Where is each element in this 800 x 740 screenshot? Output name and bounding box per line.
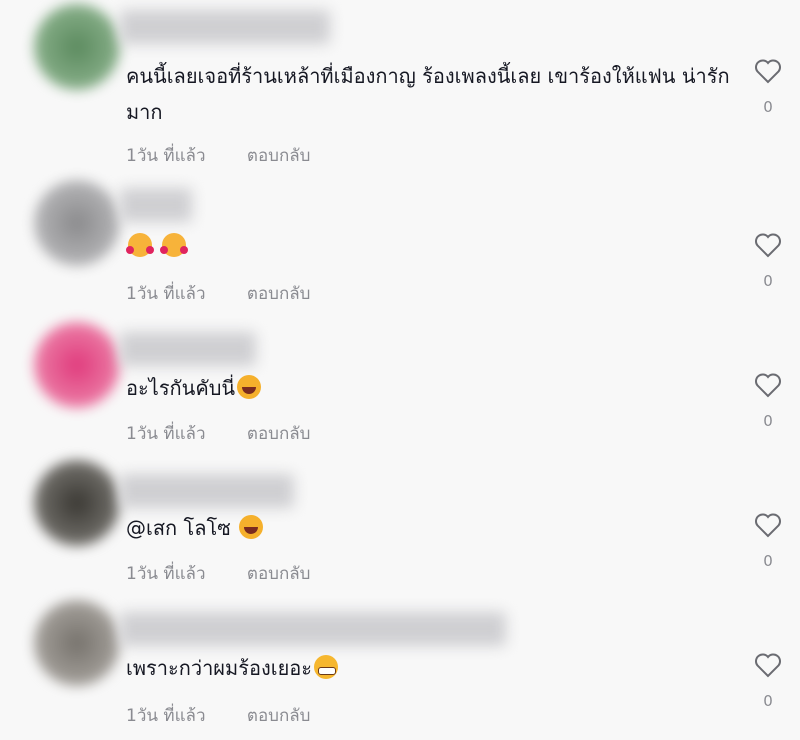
comment-meta: 1วัน ที่แล้ว ตอบกลับ bbox=[126, 280, 310, 307]
username[interactable] bbox=[120, 474, 294, 508]
comment-time: 1วัน ที่แล้ว bbox=[126, 424, 206, 444]
tears-of-joy-emoji bbox=[239, 515, 264, 539]
comment-text: @เสก โลโซ bbox=[126, 510, 736, 546]
avatar[interactable] bbox=[34, 180, 120, 266]
heart-icon[interactable] bbox=[754, 652, 782, 678]
smiling-face-with-hearts-emoji bbox=[160, 233, 189, 257]
comment-text bbox=[126, 228, 736, 264]
reply-button[interactable]: ตอบกลับ bbox=[247, 564, 311, 584]
like-count: 0 bbox=[763, 692, 773, 710]
comment-text: อะไรกันคับนี่ bbox=[126, 370, 736, 406]
comment-item: @เสก โลโซ 1วัน ที่แล้ว ตอบกลับ 0 bbox=[0, 452, 800, 592]
comment-time: 1วัน ที่แล้ว bbox=[126, 146, 206, 166]
comment-time: 1วัน ที่แล้ว bbox=[126, 706, 206, 726]
reply-button[interactable]: ตอบกลับ bbox=[247, 424, 311, 444]
avatar[interactable] bbox=[34, 460, 120, 546]
reply-button[interactable]: ตอบกลับ bbox=[247, 706, 311, 726]
comment-item: 1วัน ที่แล้ว ตอบกลับ 0 bbox=[0, 172, 800, 312]
like-button[interactable]: 0 bbox=[750, 512, 786, 570]
tears-of-joy-emoji bbox=[237, 375, 262, 399]
comment-text: คนนี้เลยเจอที่ร้านเหล้าที่เมืองกาญ ร้องเ… bbox=[126, 64, 730, 124]
comment-item: คนนี้เลยเจอที่ร้านเหล้าที่เมืองกาญ ร้องเ… bbox=[0, 0, 800, 166]
comment-time: 1วัน ที่แล้ว bbox=[126, 564, 206, 584]
username[interactable] bbox=[120, 332, 256, 366]
username[interactable] bbox=[120, 188, 192, 222]
comment-meta: 1วัน ที่แล้ว ตอบกลับ bbox=[126, 420, 310, 447]
heart-icon[interactable] bbox=[754, 58, 782, 84]
comment-meta: 1วัน ที่แล้ว ตอบกลับ bbox=[126, 142, 310, 169]
reply-button[interactable]: ตอบกลับ bbox=[247, 284, 311, 304]
like-button[interactable]: 0 bbox=[750, 372, 786, 430]
heart-icon[interactable] bbox=[754, 372, 782, 398]
reply-button[interactable]: ตอบกลับ bbox=[247, 146, 311, 166]
like-button[interactable]: 0 bbox=[750, 232, 786, 290]
like-count: 0 bbox=[763, 98, 773, 116]
smiling-face-with-hearts-emoji bbox=[126, 233, 154, 257]
grinning-face-emoji bbox=[314, 655, 339, 679]
avatar[interactable] bbox=[34, 600, 120, 686]
heart-icon[interactable] bbox=[754, 512, 782, 538]
like-button[interactable]: 0 bbox=[750, 652, 786, 710]
username[interactable] bbox=[120, 10, 330, 44]
avatar[interactable] bbox=[34, 4, 120, 90]
comment-text: เพราะกว่าผมร้องเยอะ bbox=[126, 650, 736, 686]
username[interactable] bbox=[120, 612, 506, 646]
comment-time: 1วัน ที่แล้ว bbox=[126, 284, 206, 304]
like-count: 0 bbox=[763, 412, 773, 430]
comment-meta: 1วัน ที่แล้ว ตอบกลับ bbox=[126, 560, 310, 587]
like-button[interactable]: 0 bbox=[750, 58, 786, 116]
comment-item: เพราะกว่าผมร้องเยอะ 1วัน ที่แล้ว ตอบกลับ… bbox=[0, 592, 800, 732]
like-count: 0 bbox=[763, 552, 773, 570]
comment-meta: 1วัน ที่แล้ว ตอบกลับ bbox=[126, 702, 310, 729]
like-count: 0 bbox=[763, 272, 773, 290]
avatar[interactable] bbox=[34, 322, 120, 408]
comment-item: อะไรกันคับนี่ 1วัน ที่แล้ว ตอบกลับ 0 bbox=[0, 312, 800, 452]
heart-icon[interactable] bbox=[754, 232, 782, 258]
